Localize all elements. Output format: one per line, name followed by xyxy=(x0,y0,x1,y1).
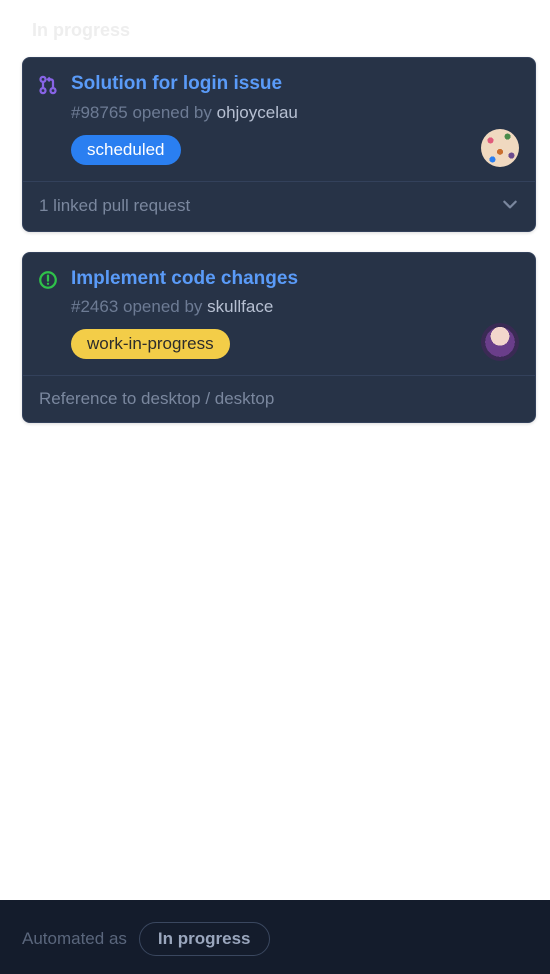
card-meta: #2463 opened by skullface xyxy=(71,297,519,317)
issue-open-icon xyxy=(37,269,59,291)
reference-text: Reference to desktop / desktop xyxy=(39,389,274,409)
issue-number: #98765 xyxy=(71,103,128,122)
card-title[interactable]: Implement code changes xyxy=(71,267,298,292)
avatar[interactable] xyxy=(481,129,519,167)
column-header: In progress xyxy=(0,0,550,57)
issue-label[interactable]: work-in-progress xyxy=(71,329,230,359)
linked-pr-text: 1 linked pull request xyxy=(39,196,190,216)
reference-footer[interactable]: Reference to desktop / desktop xyxy=(23,375,535,422)
automation-bar: Automated as In progress xyxy=(0,900,550,974)
author-name[interactable]: ohjoycelau xyxy=(217,103,298,122)
issue-label[interactable]: scheduled xyxy=(71,135,181,165)
automation-label: Automated as xyxy=(22,929,127,949)
issue-number: #2463 xyxy=(71,297,118,316)
chevron-down-icon xyxy=(501,195,519,218)
card-meta: #98765 opened by ohjoycelau xyxy=(71,103,519,123)
project-card[interactable]: Solution for login issue #98765 opened b… xyxy=(22,57,536,232)
git-pull-request-icon xyxy=(37,74,59,96)
project-card[interactable]: Implement code changes #2463 opened by s… xyxy=(22,252,536,424)
author-name[interactable]: skullface xyxy=(207,297,273,316)
opened-by-label: opened by xyxy=(132,103,211,122)
automation-status[interactable]: In progress xyxy=(139,922,270,956)
opened-by-label: opened by xyxy=(123,297,202,316)
linked-pr-toggle[interactable]: 1 linked pull request xyxy=(23,181,535,231)
card-title[interactable]: Solution for login issue xyxy=(71,72,282,97)
